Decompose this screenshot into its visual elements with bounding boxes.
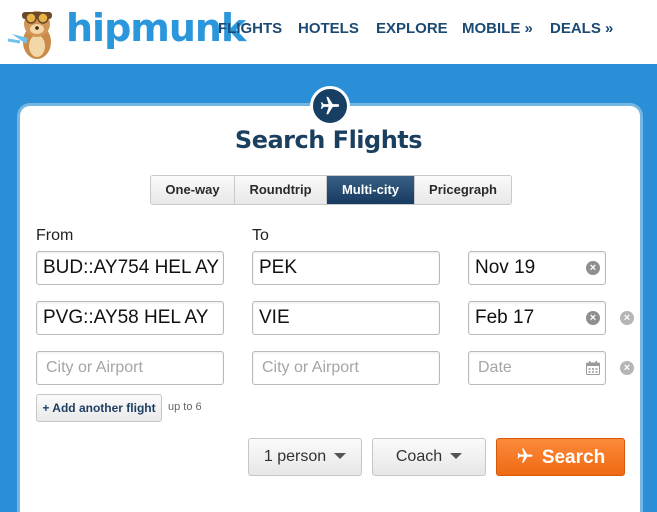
add-another-flight-button[interactable]: + Add another flight [36,394,162,422]
remove-leg-3-icon[interactable]: × [620,361,634,375]
airplane-icon [517,448,533,463]
from-field-2[interactable]: PVG::AY58 HEL AY [36,301,224,335]
chevron-down-icon [450,452,463,459]
tab-one-way[interactable]: One-way [151,176,235,204]
trip-type-tabs: One-way Roundtrip Multi-city Pricegraph [150,175,512,205]
chevron-down-icon [334,452,347,459]
remove-leg-2-icon[interactable]: × [620,311,634,325]
cabin-value: Coach [395,448,443,465]
from-label: From [36,227,74,244]
page-title: Search Flights [234,126,423,154]
nav-mobile[interactable]: MOBILE » [462,20,533,37]
nav-hotels[interactable]: HOTELS [298,20,359,37]
tab-pricegraph[interactable]: Pricegraph [415,176,511,204]
to-label: To [252,227,269,244]
passengers-value: 1 person [263,448,327,465]
nav-flights[interactable]: FLIGHTS [218,20,282,37]
to-field-2[interactable]: VIE [252,301,440,335]
search-button[interactable]: Search [496,438,625,476]
search-button-label: Search [541,447,606,468]
tab-roundtrip[interactable]: Roundtrip [235,176,327,204]
to-field-3[interactable]: City or Airport [252,351,440,385]
hipmunk-mascot-icon[interactable] [6,4,68,62]
nav-explore[interactable]: EXPLORE [376,20,448,37]
calendar-icon[interactable] [586,361,600,375]
from-field-3[interactable]: City or Airport [36,351,224,385]
plane-badge [310,86,350,126]
cabin-dropdown[interactable]: Coach [372,438,486,476]
clear-date-1-icon[interactable]: × [586,261,600,275]
header: hipmunk FLIGHTS HOTELS EXPLORE MOBILE » … [0,0,657,64]
nav-deals[interactable]: DEALS » [550,20,613,37]
to-field-1[interactable]: PEK [252,251,440,285]
add-flight-hint: up to 6 [168,401,202,413]
from-field-1[interactable]: BUD::AY754 HEL AY [36,251,224,285]
tab-multi-city[interactable]: Multi-city [327,176,415,204]
airplane-icon [320,96,340,115]
passengers-dropdown[interactable]: 1 person [248,438,362,476]
clear-date-2-icon[interactable]: × [586,311,600,325]
